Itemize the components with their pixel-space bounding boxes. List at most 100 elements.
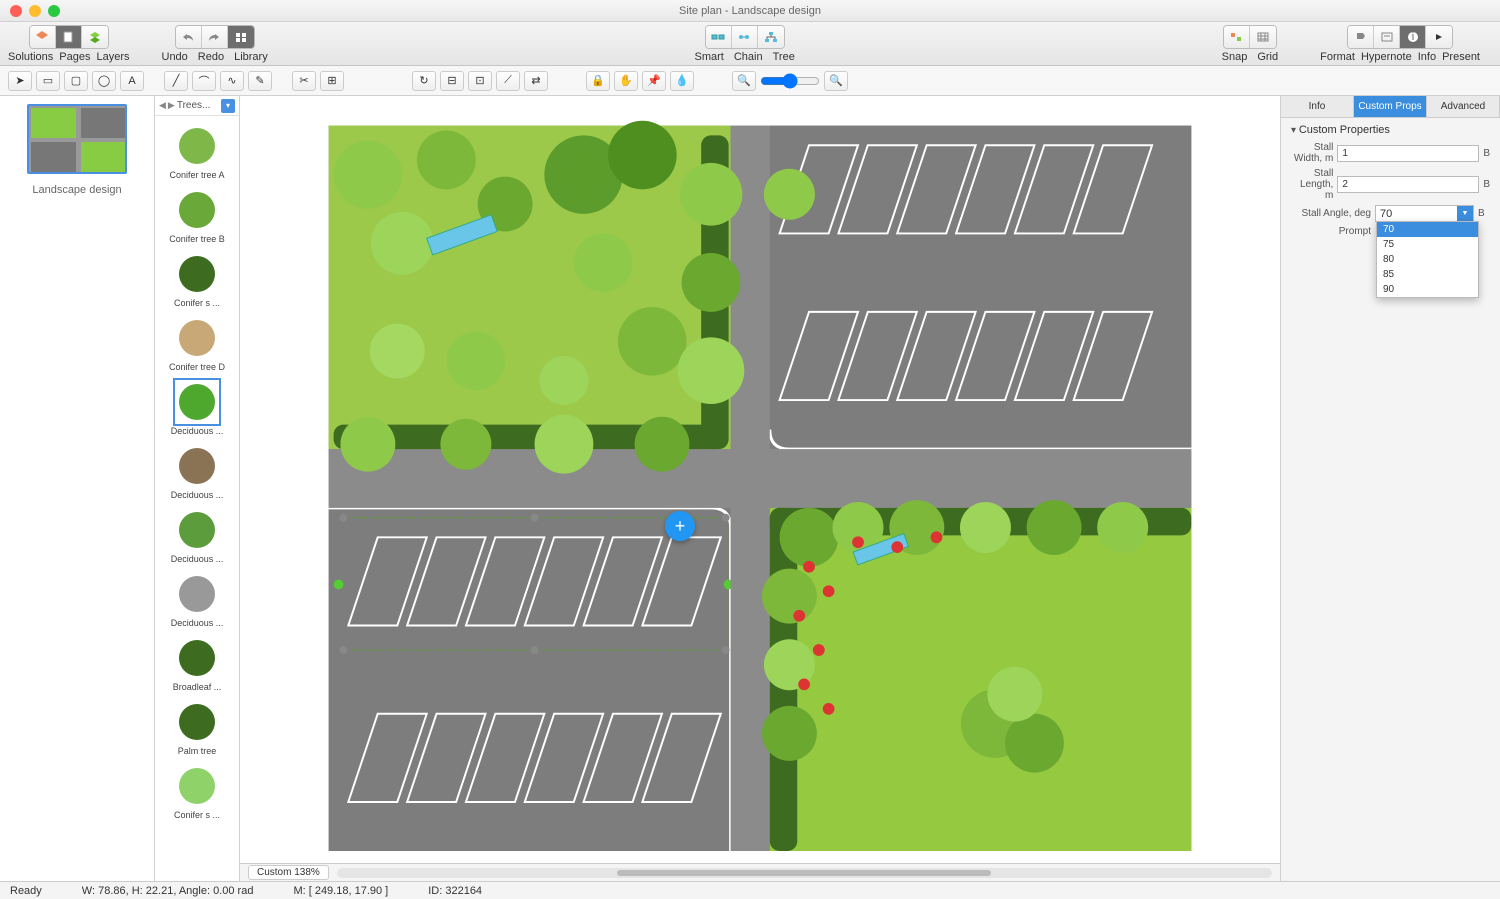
spline-tool[interactable]: ∿ <box>220 71 244 91</box>
tab-custom-props[interactable]: Custom Props <box>1354 96 1427 117</box>
canvas-area: + Custom 138% <box>240 96 1280 881</box>
rounded-rect-tool[interactable]: ▢ <box>64 71 88 91</box>
library-item[interactable]: Deciduous ... <box>155 504 239 568</box>
align-tool[interactable]: ⊟ <box>440 71 464 91</box>
prompt-label: Prompt <box>1291 226 1371 237</box>
redo-button[interactable] <box>202 26 228 48</box>
library-item-label: Conifer tree B <box>169 234 225 244</box>
text-tool[interactable]: A <box>120 71 144 91</box>
library-panel: ◀ ▶ Trees... ▾ Conifer tree AConifer tre… <box>155 96 240 881</box>
line-tool[interactable]: ╱ <box>164 71 188 91</box>
pages-button[interactable] <box>56 26 82 48</box>
status-ready: Ready <box>10 885 42 897</box>
arc-tool[interactable]: ⌒ <box>192 71 216 91</box>
stall-angle-menu: 7075808590 <box>1376 221 1479 298</box>
library-item-label: Conifer tree A <box>169 170 224 180</box>
angle-option[interactable]: 90 <box>1377 282 1478 297</box>
grid-button[interactable] <box>1250 26 1276 48</box>
close-window-icon[interactable] <box>10 5 22 17</box>
solutions-button[interactable] <box>30 26 56 48</box>
library-item-label: Deciduous ... <box>171 490 224 500</box>
present-label: Present <box>1442 51 1480 63</box>
chevron-down-icon: ▼ <box>1457 206 1473 221</box>
zoom-slider[interactable] <box>760 73 820 89</box>
angle-option[interactable]: 80 <box>1377 252 1478 267</box>
rotate-tool[interactable]: ↻ <box>412 71 436 91</box>
unit-b: B <box>1478 208 1490 219</box>
horizontal-scrollbar[interactable] <box>337 868 1272 878</box>
library-item[interactable]: Conifer tree B <box>155 184 239 248</box>
canvas[interactable]: + <box>250 106 1270 851</box>
hypernote-button[interactable] <box>1374 26 1400 48</box>
snap-button[interactable] <box>1224 26 1250 48</box>
chain-button[interactable] <box>732 26 758 48</box>
window-title: Site plan - Landscape design <box>679 5 821 17</box>
library-item-label: Deciduous ... <box>171 426 224 436</box>
undo-button[interactable] <box>176 26 202 48</box>
angle-option[interactable]: 85 <box>1377 267 1478 282</box>
library-button[interactable] <box>228 26 254 48</box>
zoom-display[interactable]: Custom 138% <box>248 865 329 880</box>
add-shape-button[interactable]: + <box>665 511 695 541</box>
hand-tool[interactable]: ✋ <box>614 71 638 91</box>
angle-option[interactable]: 75 <box>1377 237 1478 252</box>
library-item[interactable]: Deciduous ... <box>155 568 239 632</box>
tab-info[interactable]: Info <box>1281 96 1354 117</box>
svg-text:i: i <box>1411 31 1413 43</box>
stall-angle-dropdown[interactable]: 70 ▼ 7075808590 <box>1375 205 1474 222</box>
distribute-tool[interactable]: ⊡ <box>468 71 492 91</box>
zoom-in-button[interactable]: 🔍 <box>824 71 848 91</box>
pointer-tool[interactable]: ➤ <box>8 71 32 91</box>
present-button[interactable] <box>1426 26 1452 48</box>
stall-width-label: Stall Width, m <box>1291 142 1333 164</box>
info-button[interactable]: i <box>1400 26 1426 48</box>
maximize-window-icon[interactable] <box>48 5 60 17</box>
library-item[interactable]: Palm tree <box>155 696 239 760</box>
lock-tool[interactable]: 🔒 <box>586 71 610 91</box>
library-dropdown-icon[interactable]: ▾ <box>221 99 235 113</box>
eyedropper-tool[interactable]: 💧 <box>670 71 694 91</box>
undo-label: Undo <box>162 51 188 63</box>
pencil-tool[interactable]: ✎ <box>248 71 272 91</box>
format-button[interactable] <box>1348 26 1374 48</box>
hypernote-label: Hypernote <box>1361 51 1412 63</box>
main-toolbar: Solutions Pages Layers Undo Redo Library… <box>0 22 1500 66</box>
crop-tool[interactable]: ✂ <box>292 71 316 91</box>
library-item-label: Deciduous ... <box>171 554 224 564</box>
stall-length-input[interactable] <box>1337 176 1479 193</box>
library-nav-back-icon[interactable]: ◀ <box>159 100 166 111</box>
solutions-label: Solutions <box>8 51 53 63</box>
library-item[interactable]: Deciduous ... <box>155 440 239 504</box>
snap-label: Snap <box>1222 51 1248 63</box>
stall-angle-label: Stall Angle, deg <box>1291 208 1371 219</box>
library-item[interactable]: Conifer s ... <box>155 248 239 312</box>
stamp-tool[interactable]: ⊞ <box>320 71 344 91</box>
minimize-window-icon[interactable] <box>29 5 41 17</box>
library-item[interactable]: Broadleaf ... <box>155 632 239 696</box>
zoom-out-button[interactable]: 🔍 <box>732 71 756 91</box>
library-item[interactable]: Conifer tree D <box>155 312 239 376</box>
titlebar: Site plan - Landscape design <box>0 0 1500 22</box>
angle-option[interactable]: 70 <box>1377 222 1478 237</box>
anchor-tool[interactable]: 📌 <box>642 71 666 91</box>
tab-advanced[interactable]: Advanced <box>1427 96 1500 117</box>
library-list[interactable]: Conifer tree A Conifer tree B Conifer s ..… <box>155 116 239 881</box>
tree-button[interactable] <box>758 26 784 48</box>
edit-points-tool[interactable]: ⟋ <box>496 71 520 91</box>
library-item[interactable]: Conifer tree A <box>155 120 239 184</box>
ellipse-tool[interactable]: ◯ <box>92 71 116 91</box>
library-item[interactable]: Deciduous ... <box>155 376 239 440</box>
rect-tool[interactable]: ▭ <box>36 71 60 91</box>
status-bar: Ready W: 78.86, H: 22.21, Angle: 0.00 ra… <box>0 881 1500 899</box>
library-item[interactable]: Conifer s ... <box>155 760 239 824</box>
page-thumbnail[interactable] <box>27 104 127 174</box>
library-item-label: Conifer tree D <box>169 362 225 372</box>
page-thumbnail-label: Landscape design <box>8 184 146 196</box>
inspector-panel: Info Custom Props Advanced ▾ Custom Prop… <box>1280 96 1500 881</box>
layers-button[interactable] <box>82 26 108 48</box>
layers-label: Layers <box>96 51 129 63</box>
smart-button[interactable] <box>706 26 732 48</box>
stall-width-input[interactable] <box>1337 145 1479 162</box>
flip-tool[interactable]: ⇄ <box>524 71 548 91</box>
library-nav-fwd-icon[interactable]: ▶ <box>168 100 175 111</box>
